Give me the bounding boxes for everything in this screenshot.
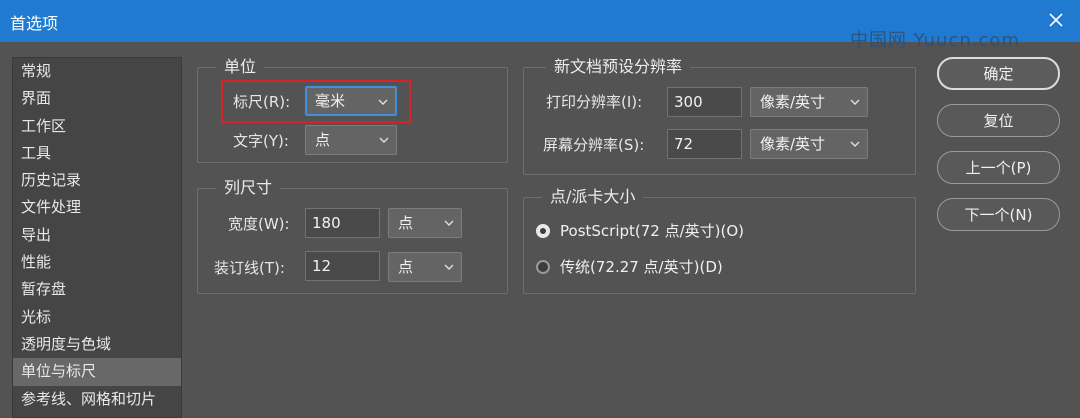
sidebar-item-guides-grid[interactable]: 参考线、网格和切片 <box>13 386 181 413</box>
watermark: 中国网 Yuucn.com <box>850 30 1020 51</box>
sidebar-item-cursors[interactable]: 光标 <box>13 304 181 331</box>
sidebar-item-general[interactable]: 常规 <box>13 58 181 85</box>
traditional-radio-option[interactable]: 传统(72.27 点/英寸)(D) <box>536 256 723 277</box>
sidebar-item-transparency[interactable]: 透明度与色域 <box>13 331 181 358</box>
gutter-input[interactable]: 12 <box>305 251 380 281</box>
annotation-highlight-box <box>221 80 411 123</box>
sidebar-item-interface[interactable]: 界面 <box>13 85 181 112</box>
column-size-group-title: 列尺寸 <box>216 177 281 199</box>
gutter-label: 装订线(T): <box>214 259 285 277</box>
traditional-radio-label: 传统(72.27 点/英寸)(D) <box>560 258 723 276</box>
window-title: 首选项 <box>10 14 59 33</box>
postscript-radio-option[interactable]: PostScript(72 点/英寸)(O) <box>536 220 744 241</box>
sidebar-item-performance[interactable]: 性能 <box>13 249 181 276</box>
resolution-group-title: 新文档预设分辨率 <box>546 56 691 78</box>
print-resolution-unit-select[interactable]: 像素/英寸 <box>750 87 868 117</box>
type-select-value: 点 <box>315 131 331 149</box>
sidebar-item-file-handling[interactable]: 文件处理 <box>13 194 181 221</box>
close-button[interactable] <box>1042 6 1070 34</box>
postscript-radio[interactable] <box>536 223 550 238</box>
point-pica-group-title: 点/派卡大小 <box>542 186 644 208</box>
gutter-unit-select[interactable]: 点 <box>388 252 462 282</box>
sidebar-item-export[interactable]: 导出 <box>13 222 181 249</box>
close-icon <box>1049 13 1063 27</box>
ok-button[interactable]: 确定 <box>937 57 1060 90</box>
print-resolution-unit-value: 像素/英寸 <box>760 93 826 111</box>
screen-resolution-unit-select[interactable]: 像素/英寸 <box>750 129 868 159</box>
sidebar-item-units-rulers[interactable]: 单位与标尺 <box>13 358 181 386</box>
type-select[interactable]: 点 <box>305 125 397 155</box>
screen-resolution-label: 屏幕分辨率(S): <box>543 136 645 154</box>
postscript-radio-label: PostScript(72 点/英寸)(O) <box>560 222 745 240</box>
chevron-down-icon <box>850 99 860 105</box>
width-unit-select[interactable]: 点 <box>388 208 462 238</box>
gutter-unit-value: 点 <box>398 258 414 276</box>
reset-button[interactable]: 复位 <box>937 104 1060 137</box>
chevron-down-icon <box>850 141 860 147</box>
chevron-down-icon <box>444 220 454 226</box>
chevron-down-icon <box>444 264 454 270</box>
print-resolution-label: 打印分辨率(I): <box>546 93 643 111</box>
chevron-down-icon <box>379 137 389 143</box>
width-unit-value: 点 <box>398 214 414 232</box>
screen-resolution-input[interactable]: 72 <box>667 129 742 159</box>
next-button[interactable]: 下一个(N) <box>937 198 1060 231</box>
sidebar: 常规 界面 工作区 工具 历史记录 文件处理 导出 性能 暂存盘 光标 透明度与… <box>12 57 182 418</box>
units-group-title: 单位 <box>216 56 265 78</box>
previous-button[interactable]: 上一个(P) <box>937 151 1060 184</box>
print-resolution-input[interactable]: 300 <box>667 87 742 117</box>
screen-resolution-unit-value: 像素/英寸 <box>760 135 826 153</box>
sidebar-item-history[interactable]: 历史记录 <box>13 167 181 194</box>
point-pica-group: 点/派卡大小 <box>523 186 916 294</box>
width-label: 宽度(W): <box>228 215 290 233</box>
sidebar-item-scratch-disks[interactable]: 暂存盘 <box>13 276 181 303</box>
traditional-radio[interactable] <box>536 259 550 274</box>
type-label: 文字(Y): <box>233 132 289 150</box>
width-input[interactable]: 180 <box>305 208 380 238</box>
sidebar-item-workspace[interactable]: 工作区 <box>13 113 181 140</box>
sidebar-item-tools[interactable]: 工具 <box>13 140 181 167</box>
